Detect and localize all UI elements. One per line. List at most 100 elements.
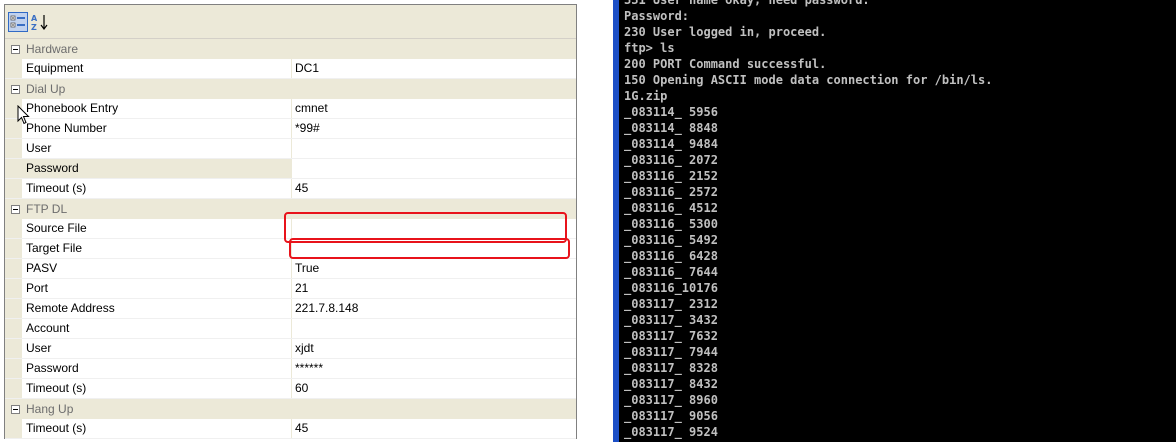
collapse-minus-icon[interactable]: [11, 84, 20, 94]
console-line: _083116_10176: [624, 281, 718, 295]
property-value[interactable]: [292, 319, 576, 338]
property-name: User: [22, 139, 292, 158]
row-gutter: [5, 279, 22, 298]
property-value[interactable]: 60: [292, 379, 576, 398]
console-line: _083117_ 2312: [624, 297, 718, 311]
property-row[interactable]: Equipment DC1: [5, 59, 576, 79]
console-line: 1G.zip: [624, 89, 668, 103]
row-gutter: [5, 179, 22, 198]
row-gutter: [5, 219, 22, 238]
window-gap: [577, 0, 615, 442]
row-gutter: [5, 139, 22, 158]
property-value[interactable]: xjdt: [292, 339, 576, 358]
console-line: _083116_ 5300: [624, 217, 718, 231]
sort-alpha-icon: A Z: [31, 14, 48, 31]
property-value[interactable]: ******: [292, 359, 576, 378]
collapse-minus-icon[interactable]: [11, 404, 20, 414]
console-line: 150 Opening ASCII mode data connection f…: [624, 73, 993, 87]
property-name: Timeout (s): [22, 379, 292, 398]
property-value[interactable]: *99#: [292, 119, 576, 138]
category-label: Dial Up: [26, 82, 66, 96]
property-value[interactable]: 21: [292, 279, 576, 298]
property-row[interactable]: Remote Address 221.7.8.148: [5, 299, 576, 319]
console-line: _083117_ 8960: [624, 393, 718, 407]
categorized-view-button[interactable]: [8, 12, 28, 32]
console-line: _083114_ 8848: [624, 121, 718, 135]
row-gutter: [5, 299, 22, 318]
console-line: _083116_ 5492: [624, 233, 718, 247]
property-name: Password: [22, 159, 292, 178]
property-name: Source File: [22, 219, 292, 238]
svg-text:A: A: [31, 14, 38, 23]
highlight-box-target-file: [289, 238, 570, 259]
property-name: Phonebook Entry: [22, 99, 292, 118]
console-line: _083117_ 7944: [624, 345, 718, 359]
property-grid: A Z Hardware Equipment DC1 Dial Up Phonebook…: [4, 4, 577, 439]
console-line: _083117_ 9524: [624, 425, 718, 439]
console-line: _083116_ 2152: [624, 169, 718, 183]
console-line: _083114_ 5956: [624, 105, 718, 119]
row-gutter: [5, 339, 22, 358]
property-value[interactable]: cmnet: [292, 99, 576, 118]
property-row[interactable]: User: [5, 139, 576, 159]
console-line: _083117_ 9056: [624, 409, 718, 423]
property-grid-toolbar: A Z: [5, 5, 576, 39]
alphabetical-sort-button[interactable]: A Z: [30, 12, 50, 32]
property-value[interactable]: True: [292, 259, 576, 278]
property-name: User: [22, 339, 292, 358]
property-row[interactable]: Account: [5, 319, 576, 339]
property-value[interactable]: 221.7.8.148: [292, 299, 576, 318]
categorized-view-icon: [10, 15, 25, 28]
console-line: _083116_ 2572: [624, 185, 718, 199]
property-row[interactable]: User xjdt: [5, 339, 576, 359]
category-label: Hardware: [26, 42, 79, 56]
ftp-console[interactable]: 331 User name okay, need password. Passwo…: [619, 0, 1176, 442]
console-line: _083114_ 9484: [624, 137, 718, 151]
collapse-minus-icon[interactable]: [11, 204, 20, 214]
category-row[interactable]: Dial Up: [5, 79, 576, 99]
property-row[interactable]: Timeout (s) 45: [5, 179, 576, 199]
property-name: Phone Number: [22, 119, 292, 138]
property-name: Remote Address: [22, 299, 292, 318]
property-row[interactable]: Port 21: [5, 279, 576, 299]
property-value[interactable]: 45: [292, 179, 576, 198]
svg-text:Z: Z: [31, 23, 37, 31]
property-name: Account: [22, 319, 292, 338]
row-gutter: [5, 159, 22, 178]
property-name: Port: [22, 279, 292, 298]
property-name: Password: [22, 359, 292, 378]
console-line: _083117_ 8328: [624, 361, 718, 375]
property-value[interactable]: [292, 139, 576, 158]
category-row[interactable]: Hang Up: [5, 399, 576, 419]
property-value[interactable]: 45: [292, 419, 576, 438]
property-value[interactable]: [292, 159, 576, 178]
row-gutter: [5, 319, 22, 338]
collapse-minus-icon[interactable]: [11, 44, 20, 54]
console-line: 200 PORT Command successful.: [624, 57, 827, 71]
property-row[interactable]: Timeout (s) 60: [5, 379, 576, 399]
category-label: Hang Up: [26, 402, 74, 416]
property-row[interactable]: Phone Number *99#: [5, 119, 576, 139]
property-row[interactable]: Timeout (s) 45: [5, 419, 576, 439]
row-gutter: [5, 359, 22, 378]
console-line: _083116_ 6428: [624, 249, 718, 263]
row-gutter: [5, 419, 22, 438]
property-row[interactable]: PASV True: [5, 259, 576, 279]
property-row[interactable]: Password ******: [5, 359, 576, 379]
property-name: PASV: [22, 259, 292, 278]
property-name: Equipment: [22, 59, 292, 78]
console-line: Password:: [624, 9, 690, 23]
property-name: Target File: [22, 239, 292, 258]
property-row[interactable]: Password: [5, 159, 576, 179]
row-gutter: [5, 239, 22, 258]
row-gutter: [5, 379, 22, 398]
property-row[interactable]: Phonebook Entry cmnet: [5, 99, 576, 119]
console-line: _083116_ 4512: [624, 201, 718, 215]
console-line: _083117_ 8432: [624, 377, 718, 391]
row-gutter: [5, 259, 22, 278]
console-line: _083116_ 2072: [624, 153, 718, 167]
category-row[interactable]: Hardware: [5, 39, 576, 59]
console-line: _083116_ 7644: [624, 265, 718, 279]
property-value[interactable]: DC1: [292, 59, 576, 78]
console-line: 230 User logged in, proceed.: [624, 25, 827, 39]
